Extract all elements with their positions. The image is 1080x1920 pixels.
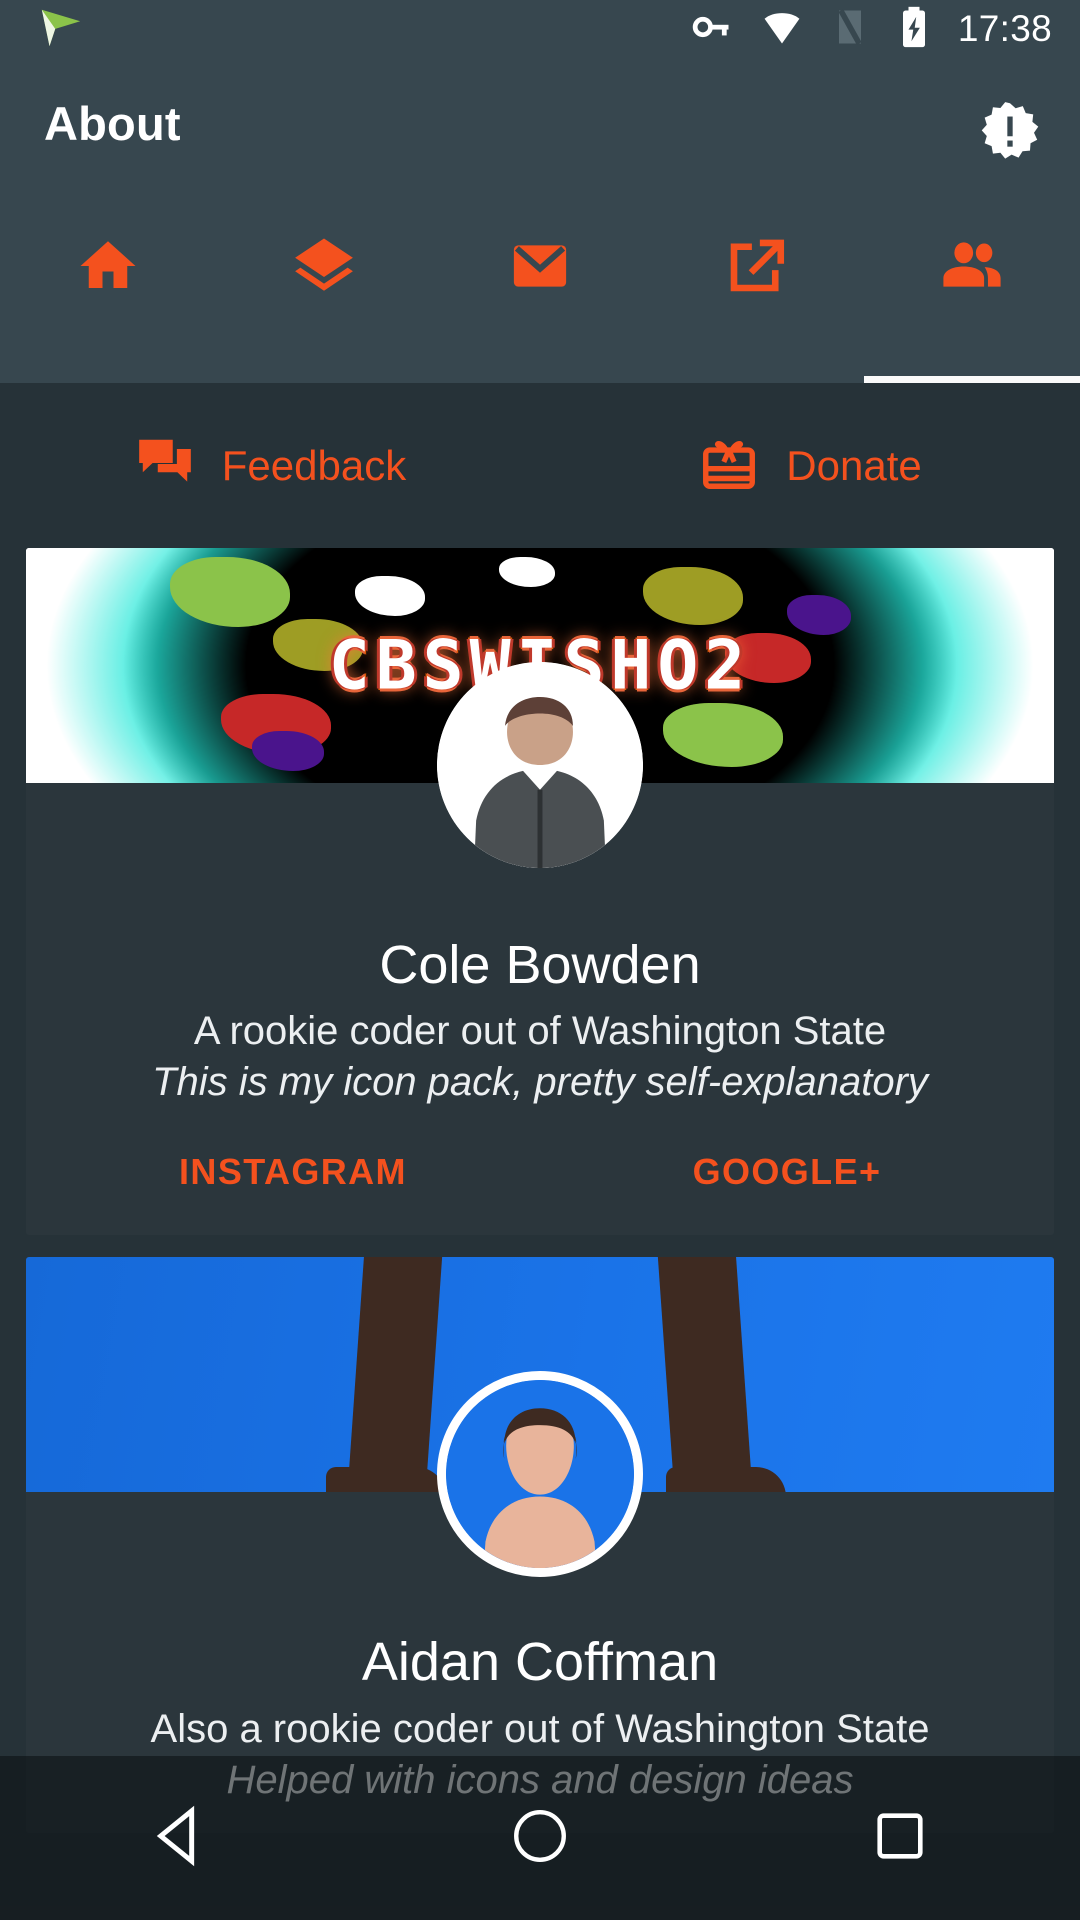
layers-icon [291, 233, 357, 299]
signal-off-icon [830, 5, 870, 54]
system-navigation-bar [0, 1756, 1080, 1920]
wifi-icon [760, 5, 804, 54]
page-title: About [44, 97, 181, 150]
people-icon [939, 233, 1005, 299]
avatar-cole [437, 662, 643, 868]
googleplus-button[interactable]: GOOGLE+ [540, 1151, 1034, 1193]
tab-layers[interactable] [216, 213, 432, 383]
person-description: A rookie coder out of Washington State [193, 1009, 887, 1054]
app-toolbar: About [0, 58, 1080, 383]
person-name: Cole Bowden [379, 935, 701, 995]
banner-shape-foot-right [666, 1467, 786, 1493]
nav-back[interactable] [0, 1801, 360, 1876]
gift-icon [698, 432, 760, 499]
banner-shape-right [657, 1257, 753, 1493]
home-circle-icon [509, 1805, 571, 1872]
tab-selected-indicator [864, 376, 1080, 383]
key-icon [690, 5, 734, 54]
donate-button[interactable]: Donate [540, 432, 1080, 499]
paper-plane-icon [38, 4, 84, 55]
tab-apply[interactable] [648, 213, 864, 383]
open-in-new-icon [723, 233, 789, 299]
app-root: 17:38 About Feedback Donate Cole Bowden … [0, 0, 1080, 1920]
person-subdescription: This is my icon pack, pretty self-explan… [152, 1060, 928, 1105]
feedback-label: Feedback [221, 441, 407, 489]
forum-icon [134, 432, 196, 499]
nav-recents[interactable] [720, 1807, 1080, 1870]
status-bar: 17:38 [0, 0, 1080, 58]
donate-label: Donate [786, 441, 922, 489]
badge-exclamation-icon[interactable] [974, 96, 1046, 168]
avatar-aidan [437, 1371, 643, 1578]
person-name: Aidan Coffman [361, 1632, 719, 1693]
profile-card-cole: CBSWISHO2 Cole Bowden A rookie coder out… [26, 548, 1054, 1236]
nav-home[interactable] [360, 1805, 720, 1872]
banner-shape-foot-left [326, 1467, 446, 1493]
feedback-button[interactable]: Feedback [0, 432, 540, 499]
back-triangle-icon [145, 1801, 215, 1876]
tab-mail[interactable] [432, 213, 648, 383]
card-actions-cole: INSTAGRAM GOOGLE+ [46, 1151, 1034, 1205]
status-bar-notifications [0, 4, 120, 55]
recents-square-icon [871, 1807, 929, 1870]
instagram-button[interactable]: INSTAGRAM [46, 1151, 540, 1193]
profile-card-aidan: Aidan Coffman Also a rookie coder out of… [26, 1257, 1054, 1833]
tab-about[interactable] [864, 213, 1080, 383]
person-description: Also a rookie coder out of Washington St… [150, 1706, 930, 1751]
status-bar-system-icons: 17:38 [690, 5, 1080, 54]
banner-shape-left [347, 1257, 443, 1493]
about-content: Feedback Donate Cole Bowden A rookie cod… [0, 383, 1080, 1920]
quick-action-row: Feedback Donate [0, 383, 1080, 548]
status-bar-clock: 17:38 [957, 8, 1052, 49]
tab-home[interactable] [0, 213, 216, 383]
battery-charging-icon [896, 5, 932, 54]
home-icon [75, 233, 141, 299]
email-icon [507, 233, 573, 299]
tab-bar [0, 213, 1080, 383]
